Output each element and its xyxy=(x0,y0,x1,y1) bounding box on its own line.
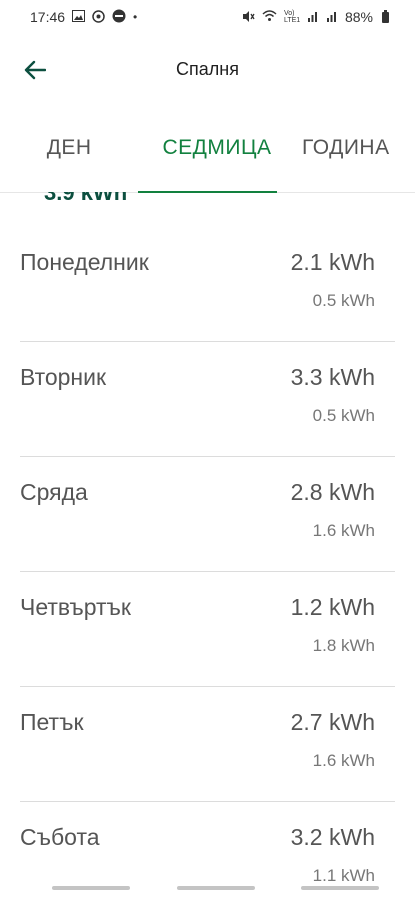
arrow-left-icon xyxy=(24,60,46,80)
day-value: 3.3 kWh xyxy=(290,364,375,390)
day-sub-value: 1.6 kWh xyxy=(312,521,375,540)
day-name: Четвъртък xyxy=(20,594,131,620)
list-item[interactable]: Вторник 3.3 kWh 0.5 kWh xyxy=(20,342,395,457)
image-icon xyxy=(72,10,86,24)
mute-icon xyxy=(242,10,255,25)
day-name: Петък xyxy=(20,709,84,735)
back-nav-button[interactable] xyxy=(301,886,379,890)
list-item[interactable]: Петък 2.7 kWh 1.6 kWh xyxy=(20,687,395,802)
tab-day-label: ДЕН xyxy=(46,136,92,159)
tab-week[interactable]: СЕДМИЦА xyxy=(138,104,277,193)
day-name: Понеделник xyxy=(20,249,149,275)
list-item[interactable]: Понеделник 2.1 kWh 0.5 kWh xyxy=(20,227,395,342)
day-value: 2.8 kWh xyxy=(290,479,375,505)
week-content[interactable]: 3.9 kWh Понеделник 2.1 kWh 0.5 kWh Вторн… xyxy=(0,192,415,900)
tab-year-label: ГОДИНА xyxy=(302,136,390,159)
wifi-icon xyxy=(262,10,277,24)
status-bar: 17:46 • Vo) LTE1 88% xyxy=(0,0,415,34)
day-sub-value: 0.5 kWh xyxy=(312,406,375,425)
system-nav-bar xyxy=(0,886,415,900)
tab-week-label: СЕДМИЦА xyxy=(162,135,272,159)
signal-icon xyxy=(326,10,338,24)
period-tabs: ДЕН СЕДМИЦА ГОДИНА xyxy=(0,104,415,193)
day-name: Събота xyxy=(20,824,100,850)
tab-day[interactable]: ДЕН xyxy=(0,104,138,192)
volte-label: Vo) LTE1 xyxy=(283,10,301,24)
day-sub-value: 0.5 kWh xyxy=(312,291,375,310)
status-right: Vo) LTE1 88% xyxy=(242,9,389,25)
day-value: 2.1 kWh xyxy=(290,249,375,275)
home-button[interactable] xyxy=(176,886,255,890)
tab-year[interactable]: ГОДИНА xyxy=(277,104,415,192)
dot-icon: • xyxy=(133,10,138,24)
battery-percent: 88% xyxy=(344,9,373,25)
day-list: Понеделник 2.1 kWh 0.5 kWh Вторник 3.3 k… xyxy=(0,227,415,900)
back-button[interactable] xyxy=(18,56,52,84)
day-sub-value: 1.8 kWh xyxy=(312,636,375,655)
day-name: Вторник xyxy=(20,364,107,390)
nova-icon xyxy=(112,9,126,25)
viber-icon xyxy=(92,9,105,25)
list-item[interactable]: Сряда 2.8 kWh 1.6 kWh xyxy=(20,457,395,572)
day-value: 3.2 kWh xyxy=(290,824,375,850)
signal-icon xyxy=(307,10,319,24)
battery-icon xyxy=(382,9,389,23)
app-bar: Спалня xyxy=(0,34,415,104)
recents-button[interactable] xyxy=(52,886,130,890)
status-time: 17:46 xyxy=(30,9,66,25)
day-value: 1.2 kWh xyxy=(290,594,375,620)
day-name: Сряда xyxy=(20,479,88,505)
list-item[interactable]: Четвъртък 1.2 kWh 1.8 kWh xyxy=(20,572,395,687)
status-left: 17:46 • xyxy=(30,9,137,25)
week-total: 3.9 kWh xyxy=(44,192,128,205)
day-sub-value: 1.6 kWh xyxy=(312,751,375,770)
page-title: Спалня xyxy=(176,58,239,79)
day-sub-value: 1.1 kWh xyxy=(312,866,375,885)
day-value: 2.7 kWh xyxy=(290,709,375,735)
